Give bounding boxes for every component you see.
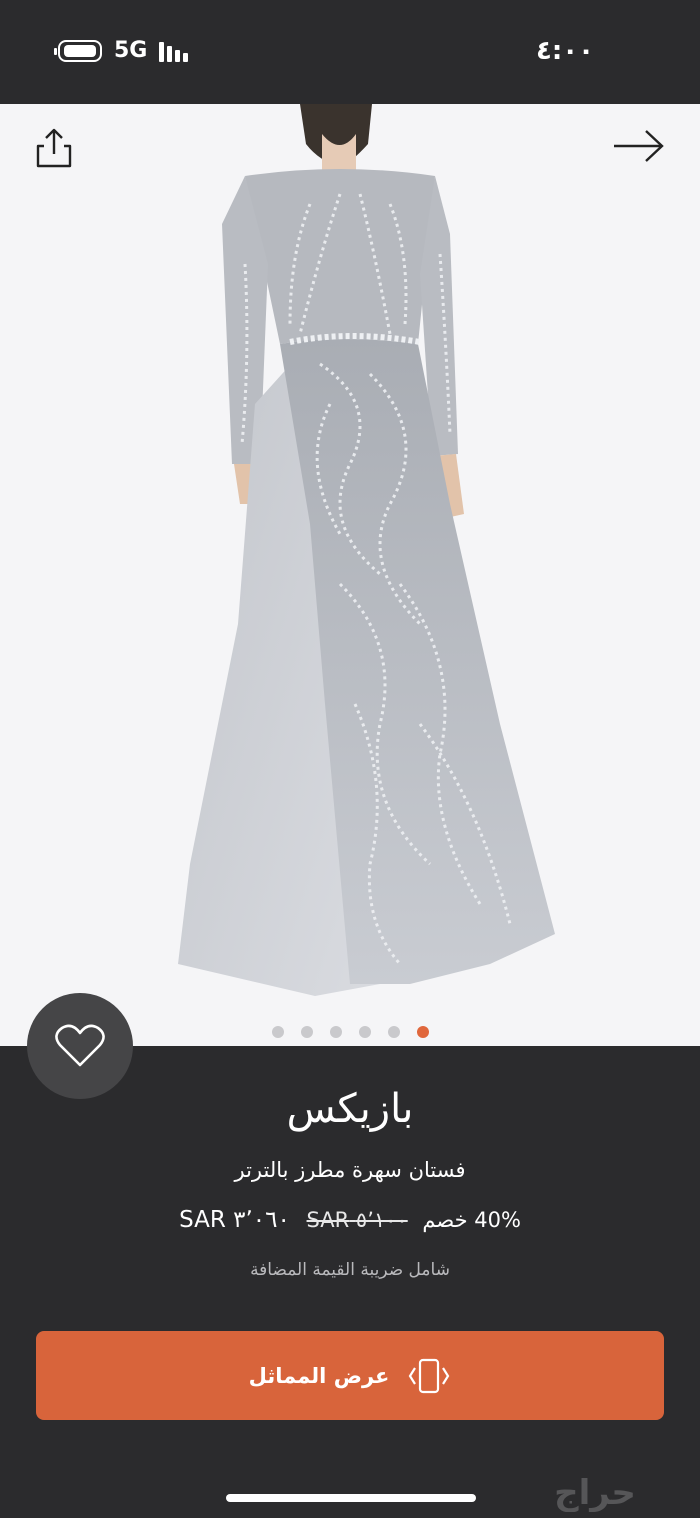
product-title: فستان سهرة مطرز بالترتر	[234, 1158, 466, 1182]
pagination-dot[interactable]	[300, 1026, 313, 1038]
status-indicators: 5G	[54, 38, 189, 63]
status-bar: 5G ٤:٠٠	[0, 0, 700, 104]
signal-icon	[159, 40, 189, 62]
arrow-right-icon[interactable]	[612, 126, 666, 166]
heart-icon	[55, 1024, 105, 1067]
svg-text:حراج: حراج	[554, 1473, 636, 1512]
battery-icon	[54, 39, 102, 62]
product-image-gallery[interactable]	[0, 104, 700, 1046]
phone-icon	[409, 1358, 450, 1393]
view-similar-label: عرض المماثل	[248, 1363, 390, 1388]
view-similar-button[interactable]: عرض المماثل	[36, 1331, 664, 1420]
discount-label: 40% خصم	[422, 1208, 521, 1232]
product-photo	[178, 104, 555, 996]
pagination-dot[interactable]	[271, 1026, 284, 1038]
pagination-dot[interactable]	[387, 1026, 400, 1038]
vat-note: شامل ضريبة القيمة المضافة	[250, 1260, 450, 1280]
pagination-dot[interactable]	[358, 1026, 371, 1038]
price-row: 40% خصم ٥٬١٠٠ SAR ٣٬٠٦٠ SAR	[0, 1207, 700, 1233]
network-type: 5G	[114, 38, 148, 63]
pagination-dot[interactable]	[329, 1026, 342, 1038]
favorite-button[interactable]	[27, 993, 133, 1099]
brand-name[interactable]: بازيكس	[0, 1086, 700, 1132]
home-indicator[interactable]	[226, 1494, 476, 1502]
status-time: ٤:٠٠	[535, 36, 594, 66]
pagination-dot-active[interactable]	[416, 1026, 429, 1038]
current-price: ٣٬٠٦٠ SAR	[179, 1207, 290, 1233]
watermark-logo: حراج	[554, 1473, 636, 1512]
share-icon[interactable]	[32, 126, 76, 170]
old-price: ٥٬١٠٠ SAR	[306, 1208, 408, 1232]
